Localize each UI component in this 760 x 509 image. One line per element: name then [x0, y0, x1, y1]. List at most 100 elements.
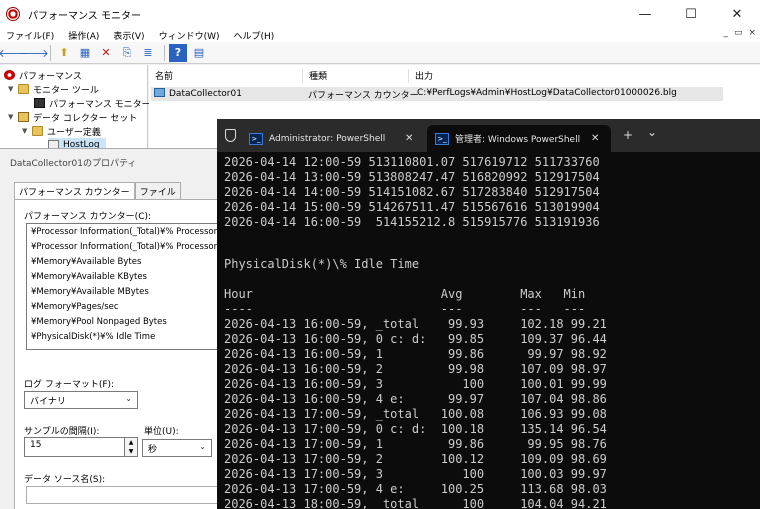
list-item[interactable]: ¥Processor Information(_Total)¥% Process… — [31, 242, 222, 252]
powershell-icon: >_ — [249, 132, 263, 145]
menu-bar: ファイル(F) 操作(A) 表示(V) ウィンドウ(W) ヘルプ(H) _ ▭ … — [0, 28, 760, 42]
title-bar: パフォーマンス モニター — ☐ ✕ — [0, 0, 760, 28]
list-item[interactable]: ¥Memory¥Available KBytes — [31, 272, 147, 282]
toolbar: 🡐 🡒 ⬆ ▦ ✕ ⎘ ≣ ? ▤ — [0, 42, 760, 64]
tab-windows-powershell[interactable]: >_ 管理者: Windows PowerShell ✕ — [427, 125, 611, 152]
close-icon[interactable]: ✕ — [591, 133, 599, 144]
stepper-down-icon[interactable]: ▼ — [129, 448, 134, 455]
datasource-label: データ ソース名(S): — [24, 475, 106, 485]
help-icon[interactable]: ? — [169, 43, 187, 62]
properties-icon[interactable]: ≣ — [139, 44, 157, 62]
column-header-output[interactable]: 出力 — [409, 69, 709, 83]
delete-icon[interactable]: ✕ — [97, 44, 115, 62]
terminal-line: 2026-04-13 18:00-59, _total 100 104.04 9… — [224, 497, 607, 509]
close-button[interactable]: ✕ — [714, 0, 760, 28]
row-name-cell: DataCollector01 — [154, 88, 242, 99]
action-pane-icon[interactable]: ▤ — [190, 44, 208, 62]
list-item[interactable]: ¥Memory¥Pages/sec — [31, 302, 119, 312]
show-hide-tree-icon[interactable]: ▦ — [76, 44, 94, 62]
tab-dropdown-button[interactable]: ⌄ — [647, 125, 657, 139]
tree-item-user-defined[interactable]: ▼ ユーザー定義 — [22, 124, 101, 138]
toolbar-separator — [50, 44, 51, 61]
forward-arrow-icon[interactable]: 🡒 — [19, 44, 49, 62]
maximize-button[interactable]: ☐ — [668, 0, 714, 28]
terminal-tab-bar: >_ Administrator: PowerShell ✕ >_ 管理者: W… — [217, 119, 760, 152]
unit-select[interactable]: 秒 ⌄ — [142, 439, 212, 457]
table-row[interactable]: DataCollector01 パフォーマンス カウンター C:¥PerfLog… — [151, 87, 723, 101]
navigation-tree: パフォーマンス ▼ モニター ツール パフォーマンス モニター ▼ データ コレ… — [0, 65, 151, 155]
chevron-down-icon: ⌄ — [125, 394, 132, 403]
row-type-cell: パフォーマンス カウンター — [308, 91, 419, 101]
menu-help[interactable]: ヘルプ(H) — [234, 29, 275, 42]
perfmon-app-icon — [6, 7, 20, 21]
terminal-window: >_ Administrator: PowerShell ✕ >_ 管理者: W… — [217, 119, 760, 509]
terminal-line: 2026-04-14 13:00-59 513808247.47 5168209… — [224, 170, 600, 184]
counters-label: パフォーマンス カウンター(C): — [24, 212, 152, 222]
column-header-name[interactable]: 名前 — [149, 69, 303, 83]
collapse-chevron-icon[interactable]: ▼ — [8, 85, 18, 93]
menu-file[interactable]: ファイル(F) — [6, 29, 54, 42]
interval-input[interactable]: 15 — [24, 437, 125, 457]
terminal-line: 2026-04-13 17:00-59, 0 c: d: 100.18 135.… — [224, 422, 607, 436]
tree-item-data-collector-sets[interactable]: ▼ データ コレクター セット — [8, 110, 137, 124]
tree-item-monitoring-tools[interactable]: ▼ モニター ツール — [8, 82, 99, 96]
up-folder-icon[interactable]: ⬆ — [55, 44, 73, 62]
row-output-cell: C:¥PerfLogs¥Admin¥HostLog¥DataCollector0… — [417, 88, 677, 98]
terminal-line: 2026-04-13 16:00-59, 4 e: 99.97 107.04 9… — [224, 392, 607, 406]
shield-icon — [225, 129, 236, 142]
unit-label: 単位(U): — [144, 427, 179, 437]
terminal-line: Hour Avg Max Min — [224, 287, 586, 301]
tab-admin-powershell[interactable]: >_ Administrator: PowerShell ✕ — [243, 125, 435, 152]
counter-list[interactable]: ¥Processor Information(_Total)¥% Process… — [26, 223, 222, 350]
terminal-line: 2026-04-13 17:00-59, 1 99.86 99.95 98.76 — [224, 437, 607, 451]
new-tab-button[interactable]: + — [623, 128, 633, 142]
terminal-line: 2026-04-14 16:00-59 514155212.8 51591577… — [224, 215, 600, 229]
terminal-line: PhysicalDisk(*)\% Idle Time — [224, 257, 420, 271]
export-list-icon[interactable]: ⎘ — [118, 44, 136, 62]
mdi-restore-button[interactable]: ▭ — [734, 28, 743, 38]
window-title: パフォーマンス モニター — [28, 10, 141, 22]
terminal-line: 2026-04-14 15:00-59 514267511.47 5155676… — [224, 200, 600, 214]
interval-stepper[interactable]: ▲ ▼ — [124, 437, 138, 457]
list-item[interactable]: ¥Memory¥Available Bytes — [31, 257, 141, 267]
terminal-line: 2026-04-13 17:00-59, 4 e: 100.25 113.68 … — [224, 482, 607, 496]
collector-set-icon — [18, 112, 29, 122]
terminal-output[interactable]: 2026-04-14 12:00-59 513110801.07 5176197… — [224, 153, 754, 509]
tab-performance-counters[interactable]: パフォーマンス カウンター — [14, 182, 135, 200]
terminal-line: 2026-04-14 12:00-59 513110801.07 5176197… — [224, 155, 600, 169]
terminal-line: 2026-04-13 16:00-59, 3 100 100.01 99.99 — [224, 377, 607, 391]
terminal-line: 2026-04-13 16:00-59, 0 c: d: 99.85 109.3… — [224, 332, 607, 346]
folder-icon — [18, 84, 29, 94]
tab-file[interactable]: ファイル — [134, 182, 181, 199]
menu-view[interactable]: 表示(V) — [113, 29, 144, 42]
powershell-icon: >_ — [435, 132, 449, 145]
perfmon-icon — [4, 70, 15, 80]
column-header-type[interactable]: 種類 — [303, 69, 409, 83]
folder-icon — [32, 126, 43, 136]
log-format-label: ログ フォーマット(F): — [24, 380, 115, 390]
terminal-line: 2026-04-13 17:00-59, 2 100.12 109.09 98.… — [224, 452, 607, 466]
minimize-button[interactable]: — — [622, 0, 668, 28]
datasource-input[interactable] — [26, 486, 222, 504]
list-item[interactable]: ¥Memory¥Available MBytes — [31, 287, 149, 297]
menu-window[interactable]: ウィンドウ(W) — [159, 29, 220, 42]
chart-monitor-icon — [34, 98, 45, 108]
terminal-line: ---- --- --- --- — [224, 302, 586, 316]
interval-label: サンプルの間隔(I): — [24, 427, 100, 437]
tree-item-performance-monitor[interactable]: パフォーマンス モニター — [34, 96, 151, 110]
menu-action[interactable]: 操作(A) — [68, 29, 99, 42]
list-item[interactable]: ¥Processor Information(_Total)¥% Process… — [31, 227, 222, 237]
close-icon[interactable]: ✕ — [405, 133, 413, 144]
mdi-minimize-button[interactable]: _ — [723, 28, 728, 38]
tree-item-performance[interactable]: パフォーマンス — [4, 68, 82, 82]
stepper-up-icon[interactable]: ▲ — [129, 439, 134, 446]
list-item[interactable]: ¥PhysicalDisk(*)¥% Idle Time — [31, 332, 155, 342]
log-format-select[interactable]: バイナリ ⌄ — [24, 391, 138, 409]
terminal-line: 2026-04-13 16:00-59, 2 99.98 107.09 98.9… — [224, 362, 607, 376]
terminal-line: 2026-04-13 17:00-59, _total 100.08 106.9… — [224, 407, 607, 421]
collapse-chevron-icon[interactable]: ▼ — [22, 127, 32, 135]
collapse-chevron-icon[interactable]: ▼ — [8, 113, 18, 121]
mdi-close-button[interactable]: × — [748, 28, 756, 38]
data-collector-icon — [154, 88, 165, 97]
list-item[interactable]: ¥Memory¥Pool Nonpaged Bytes — [31, 317, 167, 327]
